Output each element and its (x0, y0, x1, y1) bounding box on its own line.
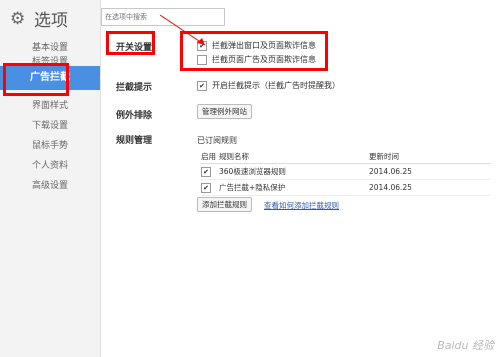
annotation-arrow-icon (159, 14, 206, 46)
